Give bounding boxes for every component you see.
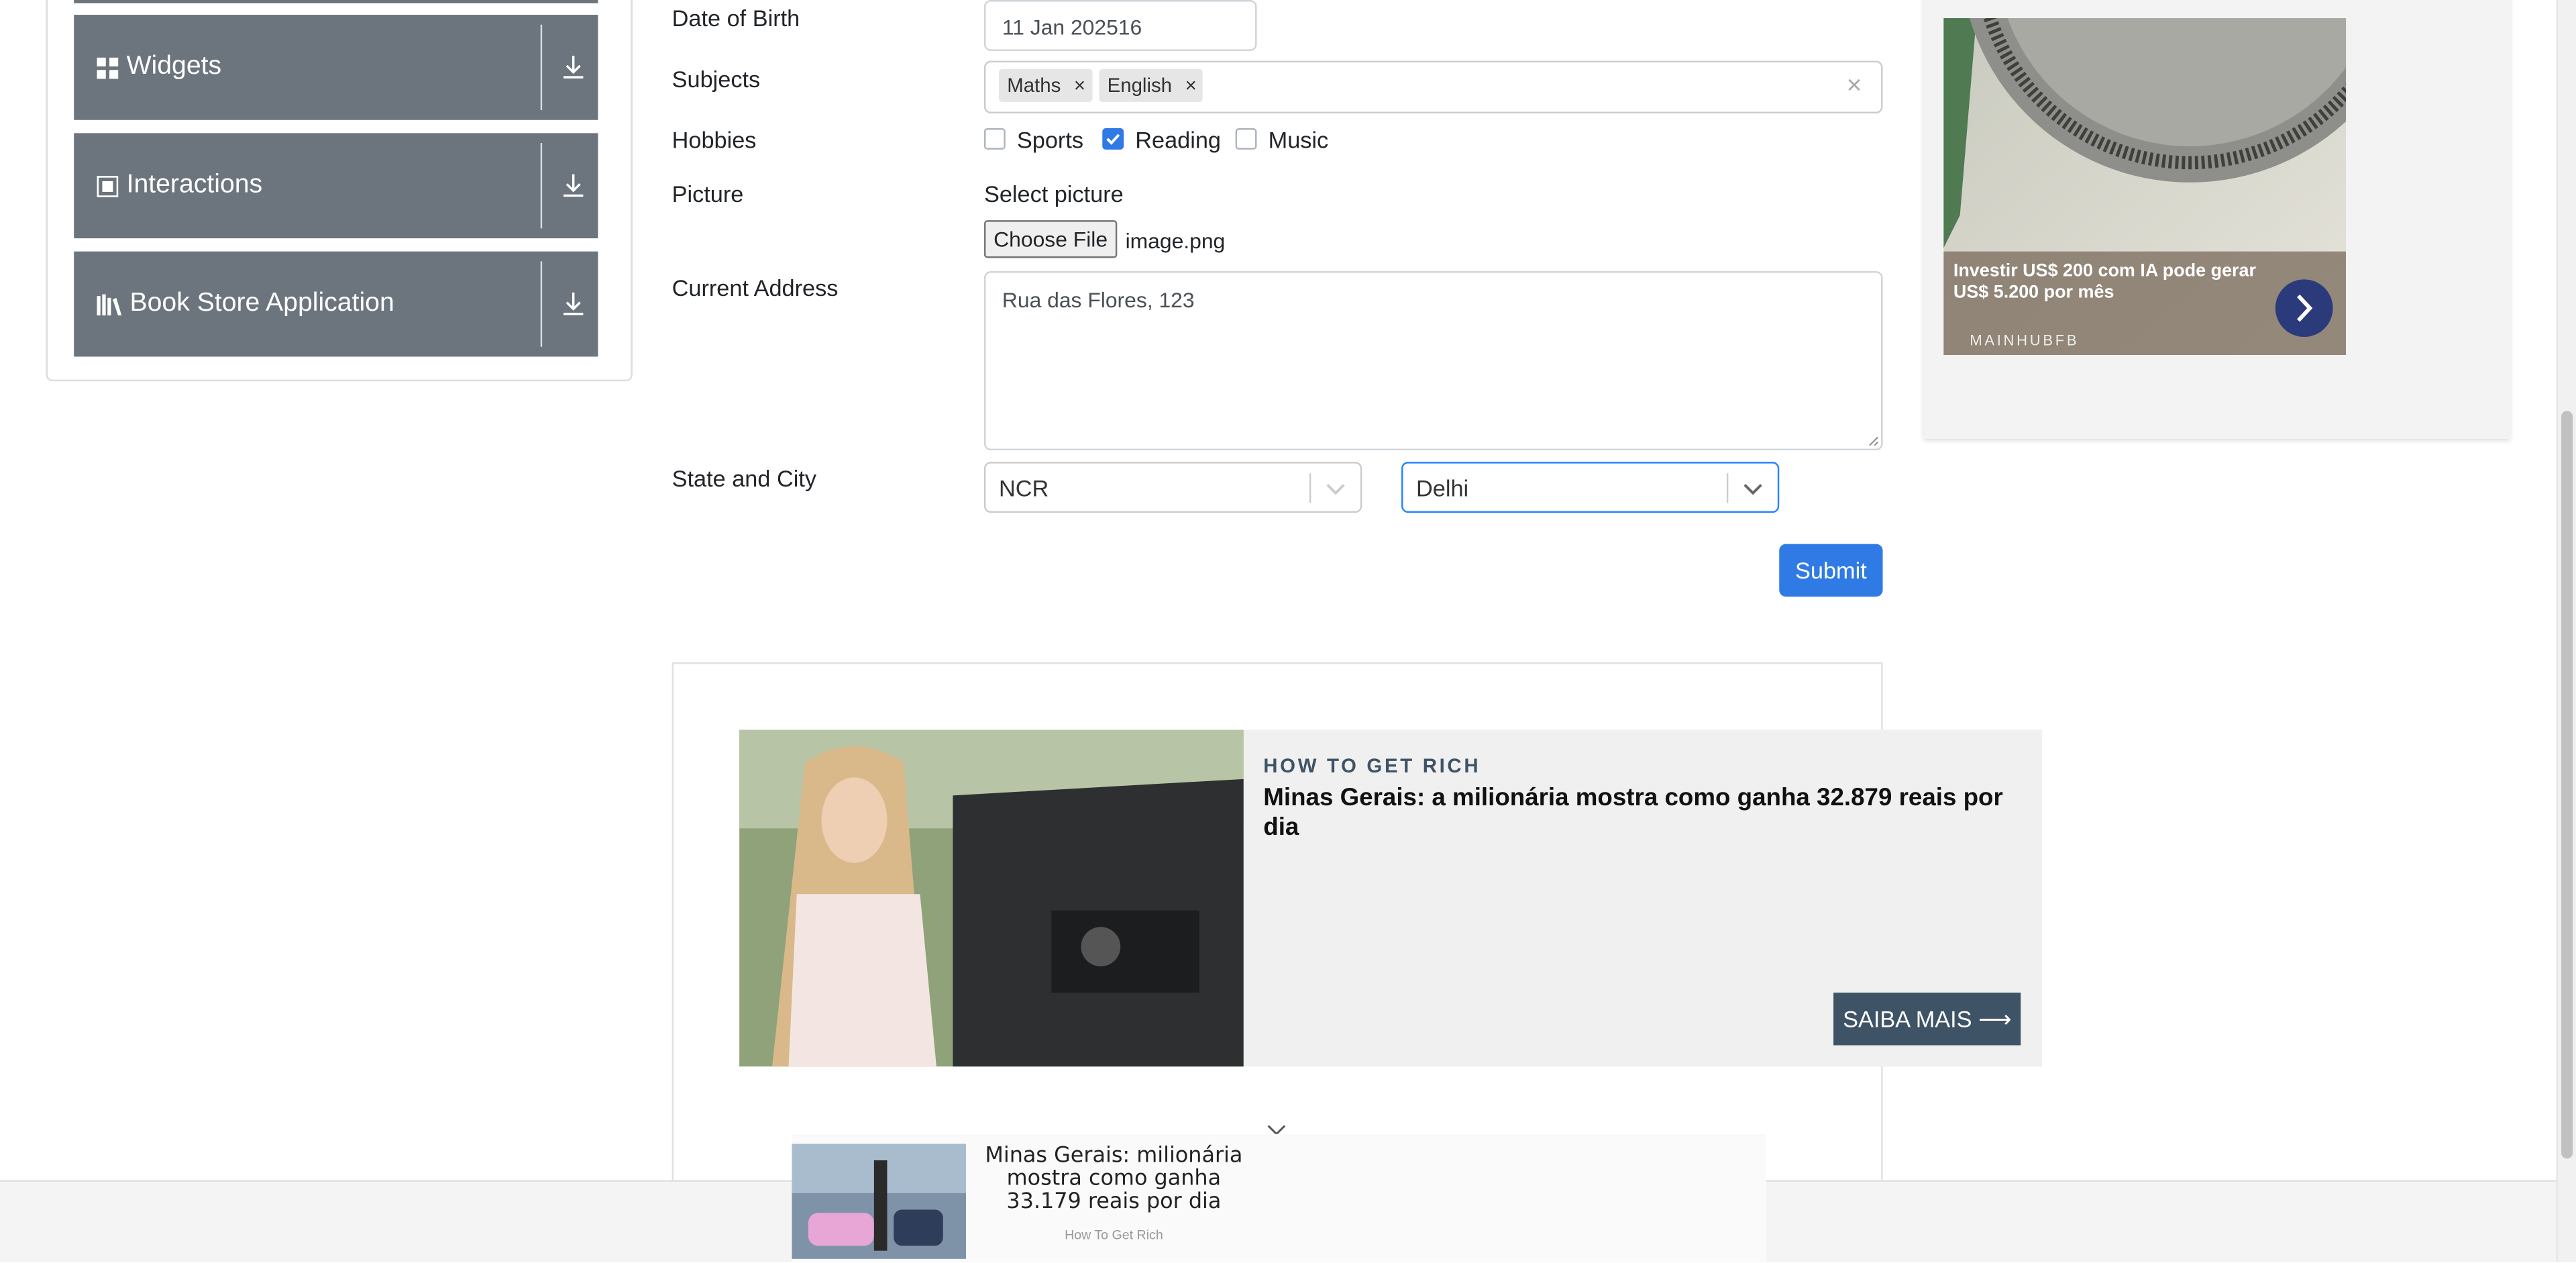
sidebar-group-label: Book Store Application xyxy=(129,289,394,317)
download-icon[interactable] xyxy=(562,172,585,199)
woman-car-image xyxy=(739,729,1244,1067)
state-value: NCR xyxy=(998,474,1049,501)
hobbies-label: Hobbies xyxy=(672,126,757,153)
current-address-textarea[interactable]: Rua das Flores, 123 xyxy=(983,271,1883,451)
sidebar-group-label: Interactions xyxy=(126,170,263,199)
subjects-label: Subjects xyxy=(672,65,761,93)
widgets-icon xyxy=(97,56,119,79)
right-ad-brand: MAINHUBFB xyxy=(1970,332,2080,349)
city-value: Delhi xyxy=(1416,474,1469,501)
chip-label: English xyxy=(1107,74,1173,97)
chevron-down-icon xyxy=(1326,484,1345,495)
divider xyxy=(540,143,543,229)
music-checkbox[interactable] xyxy=(1235,128,1257,150)
next-arrow-button[interactable] xyxy=(2275,279,2333,338)
saiba-mais-button[interactable]: SAIBA MAIS ⟶ xyxy=(1833,993,2021,1046)
chip-remove-icon[interactable]: × xyxy=(1074,74,1085,97)
chevron-right-icon xyxy=(2297,294,2313,322)
interactions-icon xyxy=(97,174,119,197)
download-icon[interactable] xyxy=(562,291,585,317)
dob-label: Date of Birth xyxy=(672,5,800,32)
file-name: image.png xyxy=(1125,228,1226,254)
reading-label[interactable]: Reading xyxy=(1135,127,1221,153)
bottom-ad-image xyxy=(792,1144,967,1259)
divider xyxy=(1309,473,1311,503)
sidebar-group-book-store[interactable]: Book Store Application xyxy=(74,251,598,357)
choose-file-button[interactable]: Choose File xyxy=(983,220,1118,258)
dob-value: 11 Jan 202516 xyxy=(1002,15,1142,40)
address-value: Rua das Flores, 123 xyxy=(1002,287,1195,313)
state-city-label: State and City xyxy=(672,465,816,492)
divider xyxy=(540,261,543,347)
bottom-ad-headline: Minas Gerais: milionária mostra como gan… xyxy=(985,1144,1243,1215)
book-store-icon xyxy=(97,293,122,315)
main-ad-image[interactable] xyxy=(739,729,1244,1067)
address-label: Current Address xyxy=(672,274,839,301)
ad-headline: Minas Gerais: a milionária mostra como g… xyxy=(1263,784,2003,842)
page-scrollbar-thumb[interactable] xyxy=(2561,411,2573,1159)
subject-chip-maths: Maths × xyxy=(998,68,1092,102)
divider xyxy=(540,24,543,111)
right-ad-banner[interactable]: Investir US$ 200 com IA pode gerar US$ 5… xyxy=(1943,17,2347,355)
check-icon xyxy=(1106,134,1120,145)
sidebar-group-widgets[interactable]: Widgets xyxy=(74,15,598,120)
ad-kicker: HOW TO GET RICH xyxy=(1263,754,1481,778)
sidebar-group-interactions[interactable]: Interactions xyxy=(74,133,598,239)
sidebar-group-label: Widgets xyxy=(126,52,222,81)
clear-subjects-icon[interactable]: × xyxy=(1847,72,1862,102)
sidebar-divider xyxy=(74,0,598,3)
chevron-down-icon xyxy=(1743,484,1762,495)
state-select[interactable]: NCR xyxy=(983,462,1362,513)
chip-remove-icon[interactable]: × xyxy=(1185,74,1197,97)
reading-checkbox[interactable] xyxy=(1102,128,1124,150)
subject-chip-english: English × xyxy=(1099,68,1203,102)
date-of-birth-input[interactable]: 11 Jan 202516 xyxy=(983,0,1257,51)
bottom-ad-source: How To Get Rich xyxy=(1065,1227,1163,1243)
music-label[interactable]: Music xyxy=(1269,127,1329,153)
sports-label[interactable]: Sports xyxy=(1017,127,1083,153)
picture-label: Picture xyxy=(672,181,744,207)
divider xyxy=(1726,473,1729,503)
submit-button[interactable]: Submit xyxy=(1779,544,1883,597)
resize-handle-icon[interactable] xyxy=(1868,436,1880,447)
sports-checkbox[interactable] xyxy=(983,128,1006,150)
select-picture-label: Select picture xyxy=(983,181,1124,207)
right-ad-headline: Investir US$ 200 com IA pode gerar US$ 5… xyxy=(1953,261,2257,303)
download-icon[interactable] xyxy=(562,54,585,81)
city-select[interactable]: Delhi xyxy=(1401,462,1780,513)
chip-label: Maths xyxy=(1007,74,1061,97)
bottom-ad-banner[interactable]: Minas Gerais: milionária mostra como gan… xyxy=(792,1133,1766,1262)
